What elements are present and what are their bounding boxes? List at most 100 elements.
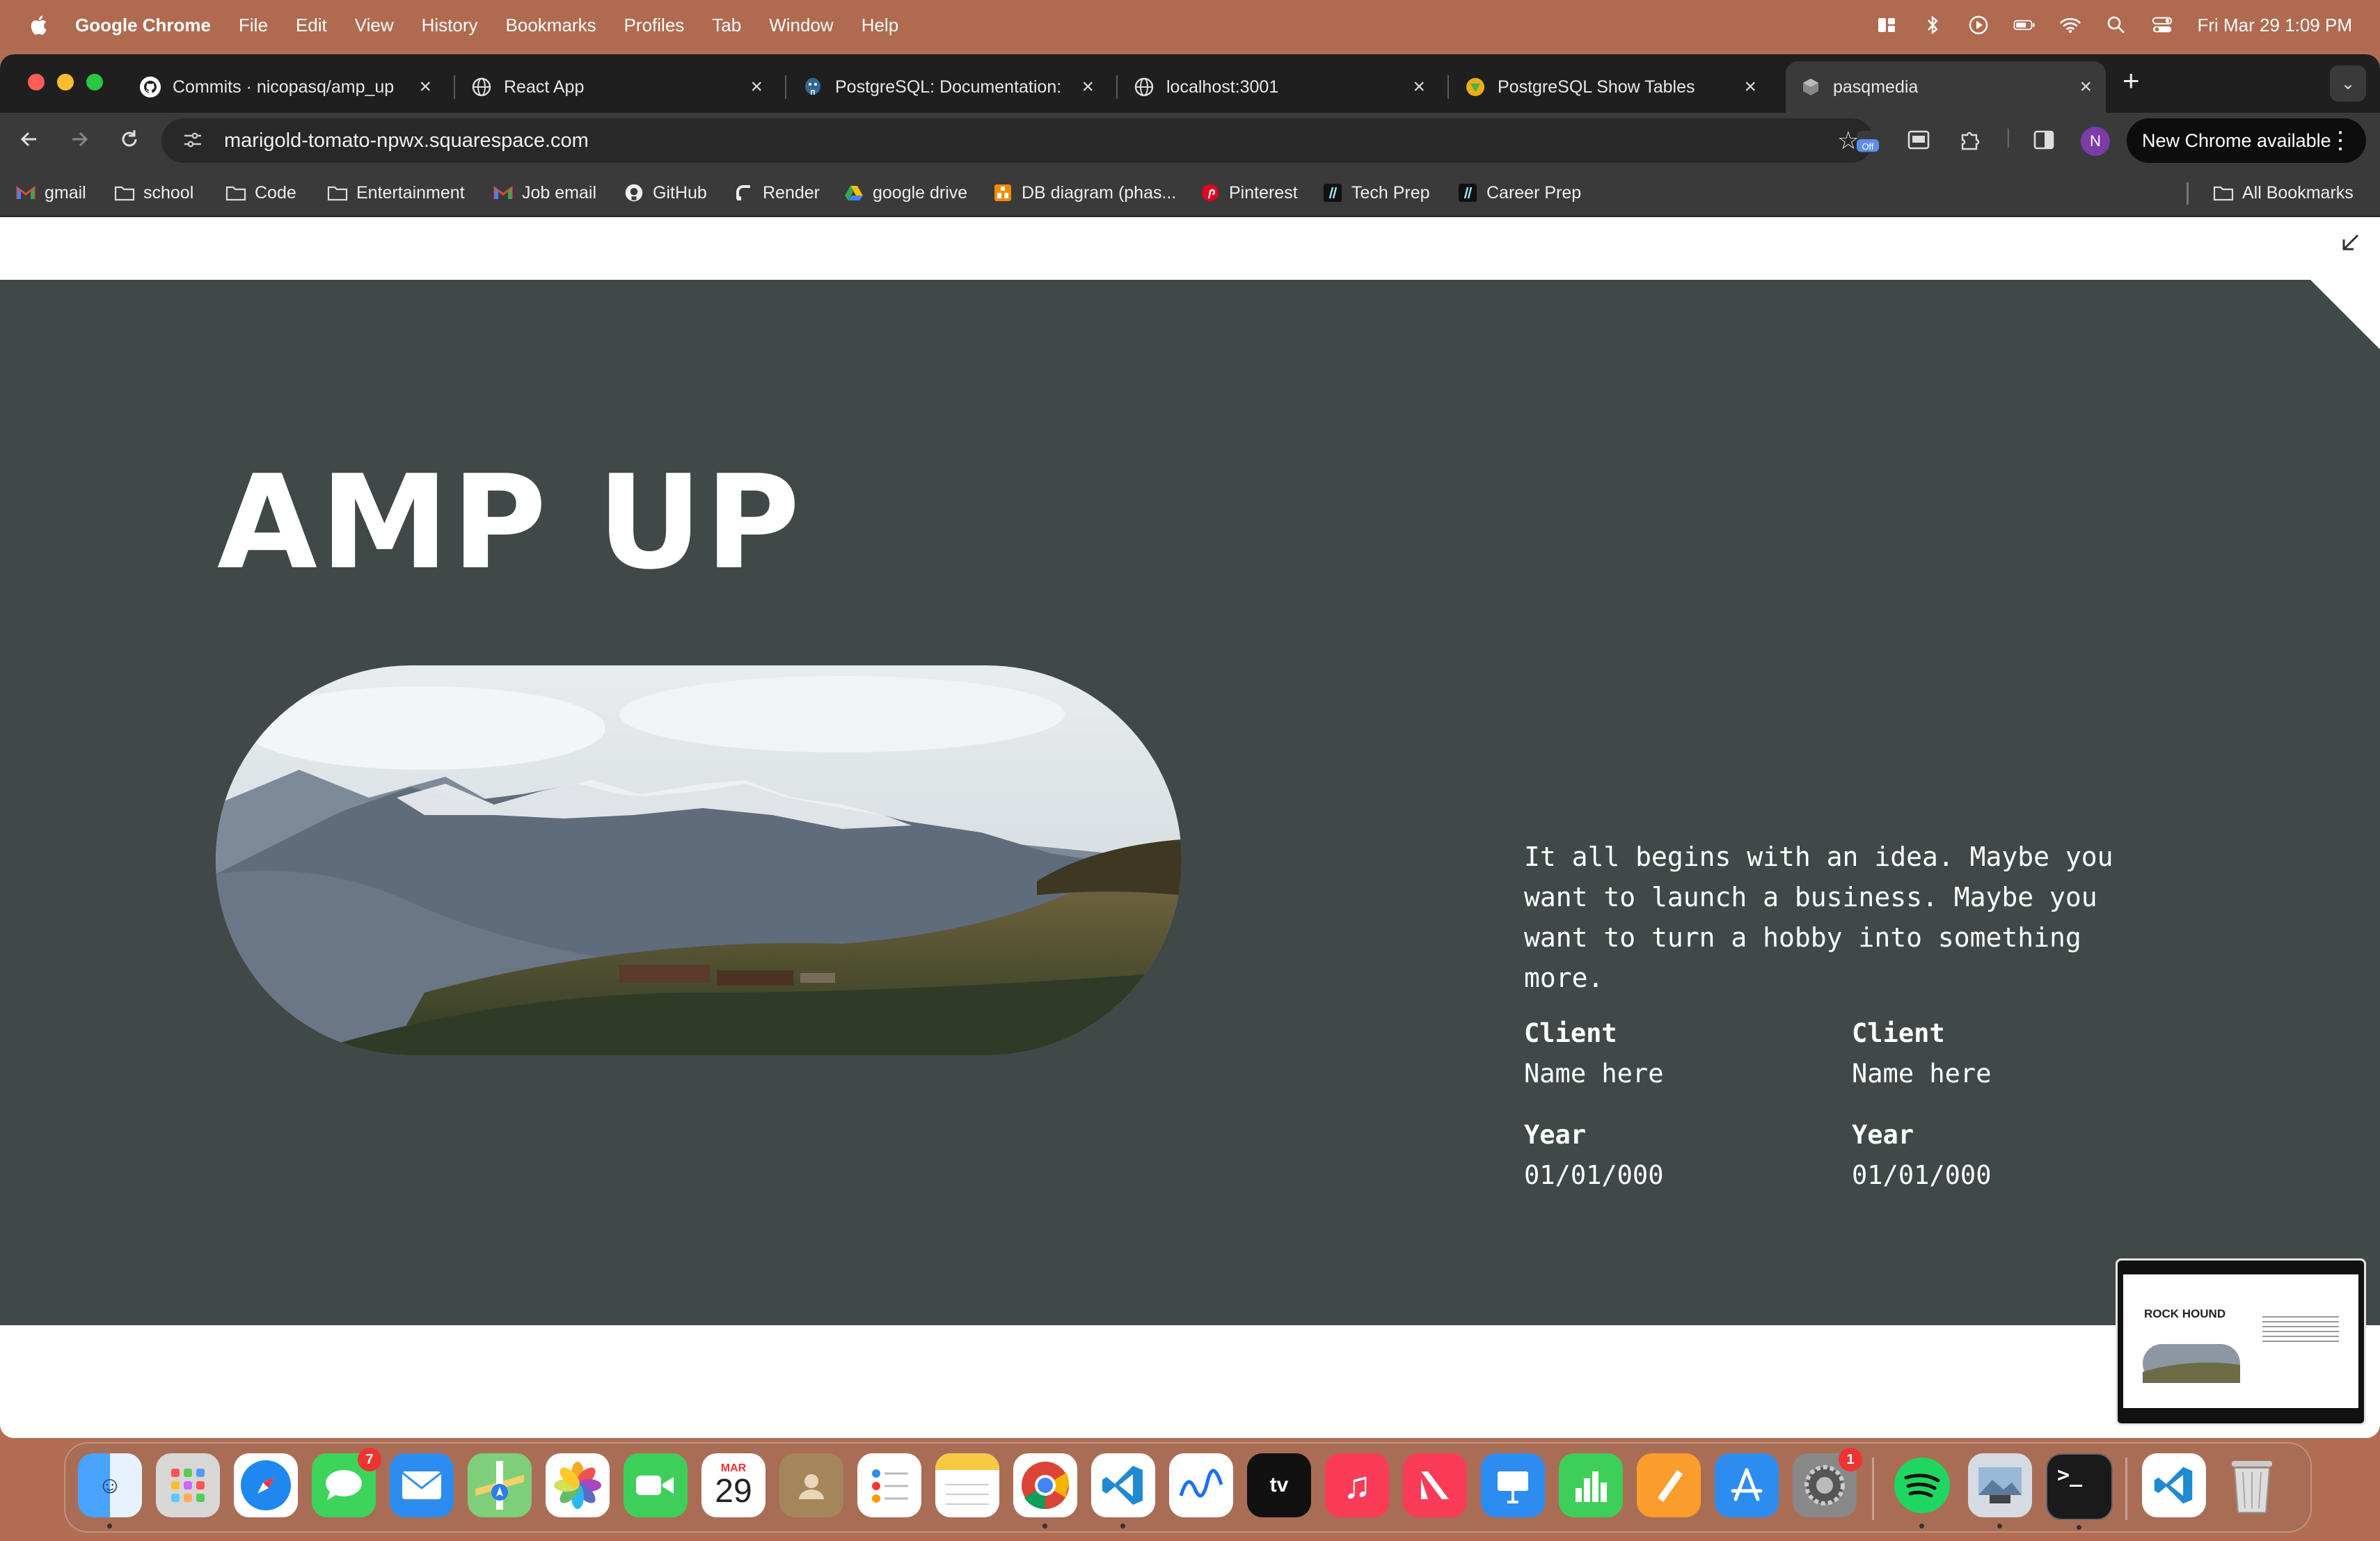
collapse-arrow-icon[interactable] (2338, 230, 2363, 261)
numbers-icon[interactable] (1559, 1453, 1623, 1517)
menu-window[interactable]: Window (769, 15, 833, 36)
bookmark-google-drive[interactable]: google drive (843, 180, 967, 206)
dock: ☺ 7 MAR 29 tv ♫ 1 >_ (64, 1442, 2312, 1533)
tab-postgres-docs[interactable]: PostgreSQL: Documentation: × (788, 61, 1108, 113)
trash-icon[interactable] (2220, 1453, 2284, 1517)
close-tab-icon[interactable]: × (750, 75, 763, 99)
close-tab-icon[interactable]: × (1081, 75, 1094, 99)
side-panel-icon[interactable] (2032, 128, 2056, 157)
apple-icon[interactable] (28, 13, 51, 37)
keynote-icon[interactable] (1481, 1453, 1545, 1517)
bluetooth-icon[interactable] (1921, 14, 1944, 36)
contacts-icon[interactable] (779, 1453, 843, 1517)
forward-button[interactable] (67, 127, 92, 158)
tab-localhost[interactable]: localhost:3001 × (1119, 61, 1439, 113)
back-button[interactable] (17, 127, 42, 158)
close-tab-icon[interactable]: × (419, 75, 431, 99)
play-icon[interactable] (1967, 14, 1990, 36)
system-settings-icon[interactable]: 1 (1793, 1448, 1862, 1517)
media-controls-icon[interactable] (1907, 128, 1930, 157)
extensions-puzzle-icon[interactable] (1958, 128, 1982, 157)
freeform-icon[interactable] (1169, 1453, 1233, 1517)
close-window-button[interactable] (28, 74, 45, 90)
bookmark-school[interactable]: school (114, 180, 193, 206)
messages-icon[interactable]: 7 (312, 1448, 381, 1517)
bookmark-entertainment[interactable]: Entertainment (327, 180, 465, 206)
extension-off-icon[interactable]: Off (1854, 128, 1882, 161)
control-center-icon[interactable] (2151, 14, 2173, 36)
notes-icon[interactable] (935, 1453, 999, 1517)
chrome-icon[interactable] (1013, 1453, 1077, 1528)
bookmark-label: All Bookmarks (2242, 182, 2354, 203)
facetime-icon[interactable] (624, 1453, 688, 1517)
tab-react-app[interactable]: React App × (457, 61, 777, 113)
menu-help[interactable]: Help (862, 15, 898, 36)
mail-icon[interactable] (390, 1453, 454, 1517)
launchpad-icon[interactable] (156, 1453, 220, 1517)
folder-icon (114, 182, 135, 203)
profile-avatar[interactable]: N (2081, 127, 2110, 156)
folder-icon (225, 182, 246, 203)
bookmark-job-email[interactable]: Job email (493, 180, 596, 206)
bookmark-github[interactable]: GitHub (624, 180, 707, 206)
tab-search-button[interactable]: ⌄ (2330, 65, 2366, 102)
screenshot-preview-thumbnail[interactable]: ROCK HOUND (2116, 1258, 2366, 1425)
bookmark-code[interactable]: Code (225, 180, 296, 206)
stage-manager-icon[interactable] (1875, 14, 1898, 36)
site-settings-icon[interactable] (181, 128, 206, 153)
bookmark-tech-prep[interactable]: Tech Prep (1322, 180, 1430, 206)
menu-edit[interactable]: Edit (296, 15, 327, 36)
toolbar: marigold-tomato-npwx.squarespace.com ☆ O… (0, 113, 2380, 170)
music-icon[interactable]: ♫ (1325, 1453, 1389, 1517)
menu-tab[interactable]: Tab (712, 15, 741, 36)
close-tab-icon[interactable]: × (1744, 75, 1756, 99)
menu-history[interactable]: History (422, 15, 478, 36)
reminders-icon[interactable] (857, 1453, 921, 1517)
bookmark-gmail[interactable]: gmail (15, 180, 86, 206)
bookmark-career-prep[interactable]: Career Prep (1457, 180, 1581, 206)
vscode-document-icon[interactable] (2142, 1453, 2206, 1517)
pages-icon[interactable] (1637, 1453, 1701, 1517)
bookmark-render[interactable]: Render (733, 180, 820, 206)
new-chrome-available-button[interactable]: New Chrome available ⋮ (2127, 118, 2366, 163)
chevron-down-icon: ⌄ (2340, 74, 2356, 93)
finder-icon[interactable]: ☺ (78, 1453, 142, 1528)
calendar-icon[interactable]: MAR 29 (701, 1453, 765, 1517)
battery-icon[interactable] (2013, 14, 2036, 36)
tab-postgres-show-tables[interactable]: PostgreSQL Show Tables × (1450, 61, 1770, 113)
address-bar[interactable]: marigold-tomato-npwx.squarespace.com ☆ (161, 118, 1873, 163)
more-vert-icon[interactable]: ⋮ (2329, 127, 2352, 155)
bookmark-pinterest[interactable]: Pinterest (1200, 180, 1298, 206)
menu-bookmarks[interactable]: Bookmarks (506, 15, 596, 36)
all-bookmarks-button[interactable]: All Bookmarks (2213, 180, 2354, 206)
menu-file[interactable]: File (239, 15, 268, 36)
new-tab-button[interactable]: + (2123, 64, 2140, 97)
url-text[interactable]: marigold-tomato-npwx.squarespace.com (224, 129, 589, 152)
news-icon[interactable] (1403, 1453, 1467, 1517)
spotify-icon[interactable] (1890, 1453, 1954, 1528)
tab-github-commits[interactable]: Commits · nicopasq/amp_up × (125, 61, 445, 113)
menu-view[interactable]: View (355, 15, 394, 36)
close-tab-icon[interactable]: × (2079, 75, 2092, 99)
wifi-icon[interactable] (2059, 14, 2081, 36)
minimize-window-button[interactable] (57, 74, 74, 90)
spotlight-icon[interactable] (2105, 14, 2127, 36)
reload-button[interactable] (117, 127, 142, 158)
photos-icon[interactable] (546, 1453, 610, 1517)
safari-icon[interactable] (234, 1453, 298, 1517)
bookmark-db-diagram[interactable]: DB diagram (phas... (992, 180, 1176, 206)
folder-icon (327, 182, 348, 203)
zoom-window-button[interactable] (86, 74, 103, 90)
preview-icon[interactable] (1968, 1453, 2032, 1528)
tab-pasqmedia[interactable]: pasqmedia × (1786, 61, 2106, 113)
menu-bar-clock[interactable]: Fri Mar 29 1:09 PM (2197, 15, 2352, 36)
close-tab-icon[interactable]: × (1413, 75, 1425, 99)
vscode-icon[interactable] (1091, 1453, 1155, 1528)
maps-icon[interactable] (468, 1453, 532, 1517)
menu-profiles[interactable]: Profiles (624, 15, 685, 36)
apple-tv-icon[interactable]: tv (1247, 1453, 1311, 1517)
terminal-icon[interactable]: >_ (2046, 1453, 2113, 1530)
app-store-icon[interactable] (1715, 1453, 1779, 1517)
menu-app-name[interactable]: Google Chrome (75, 15, 211, 36)
github-icon (140, 77, 161, 97)
